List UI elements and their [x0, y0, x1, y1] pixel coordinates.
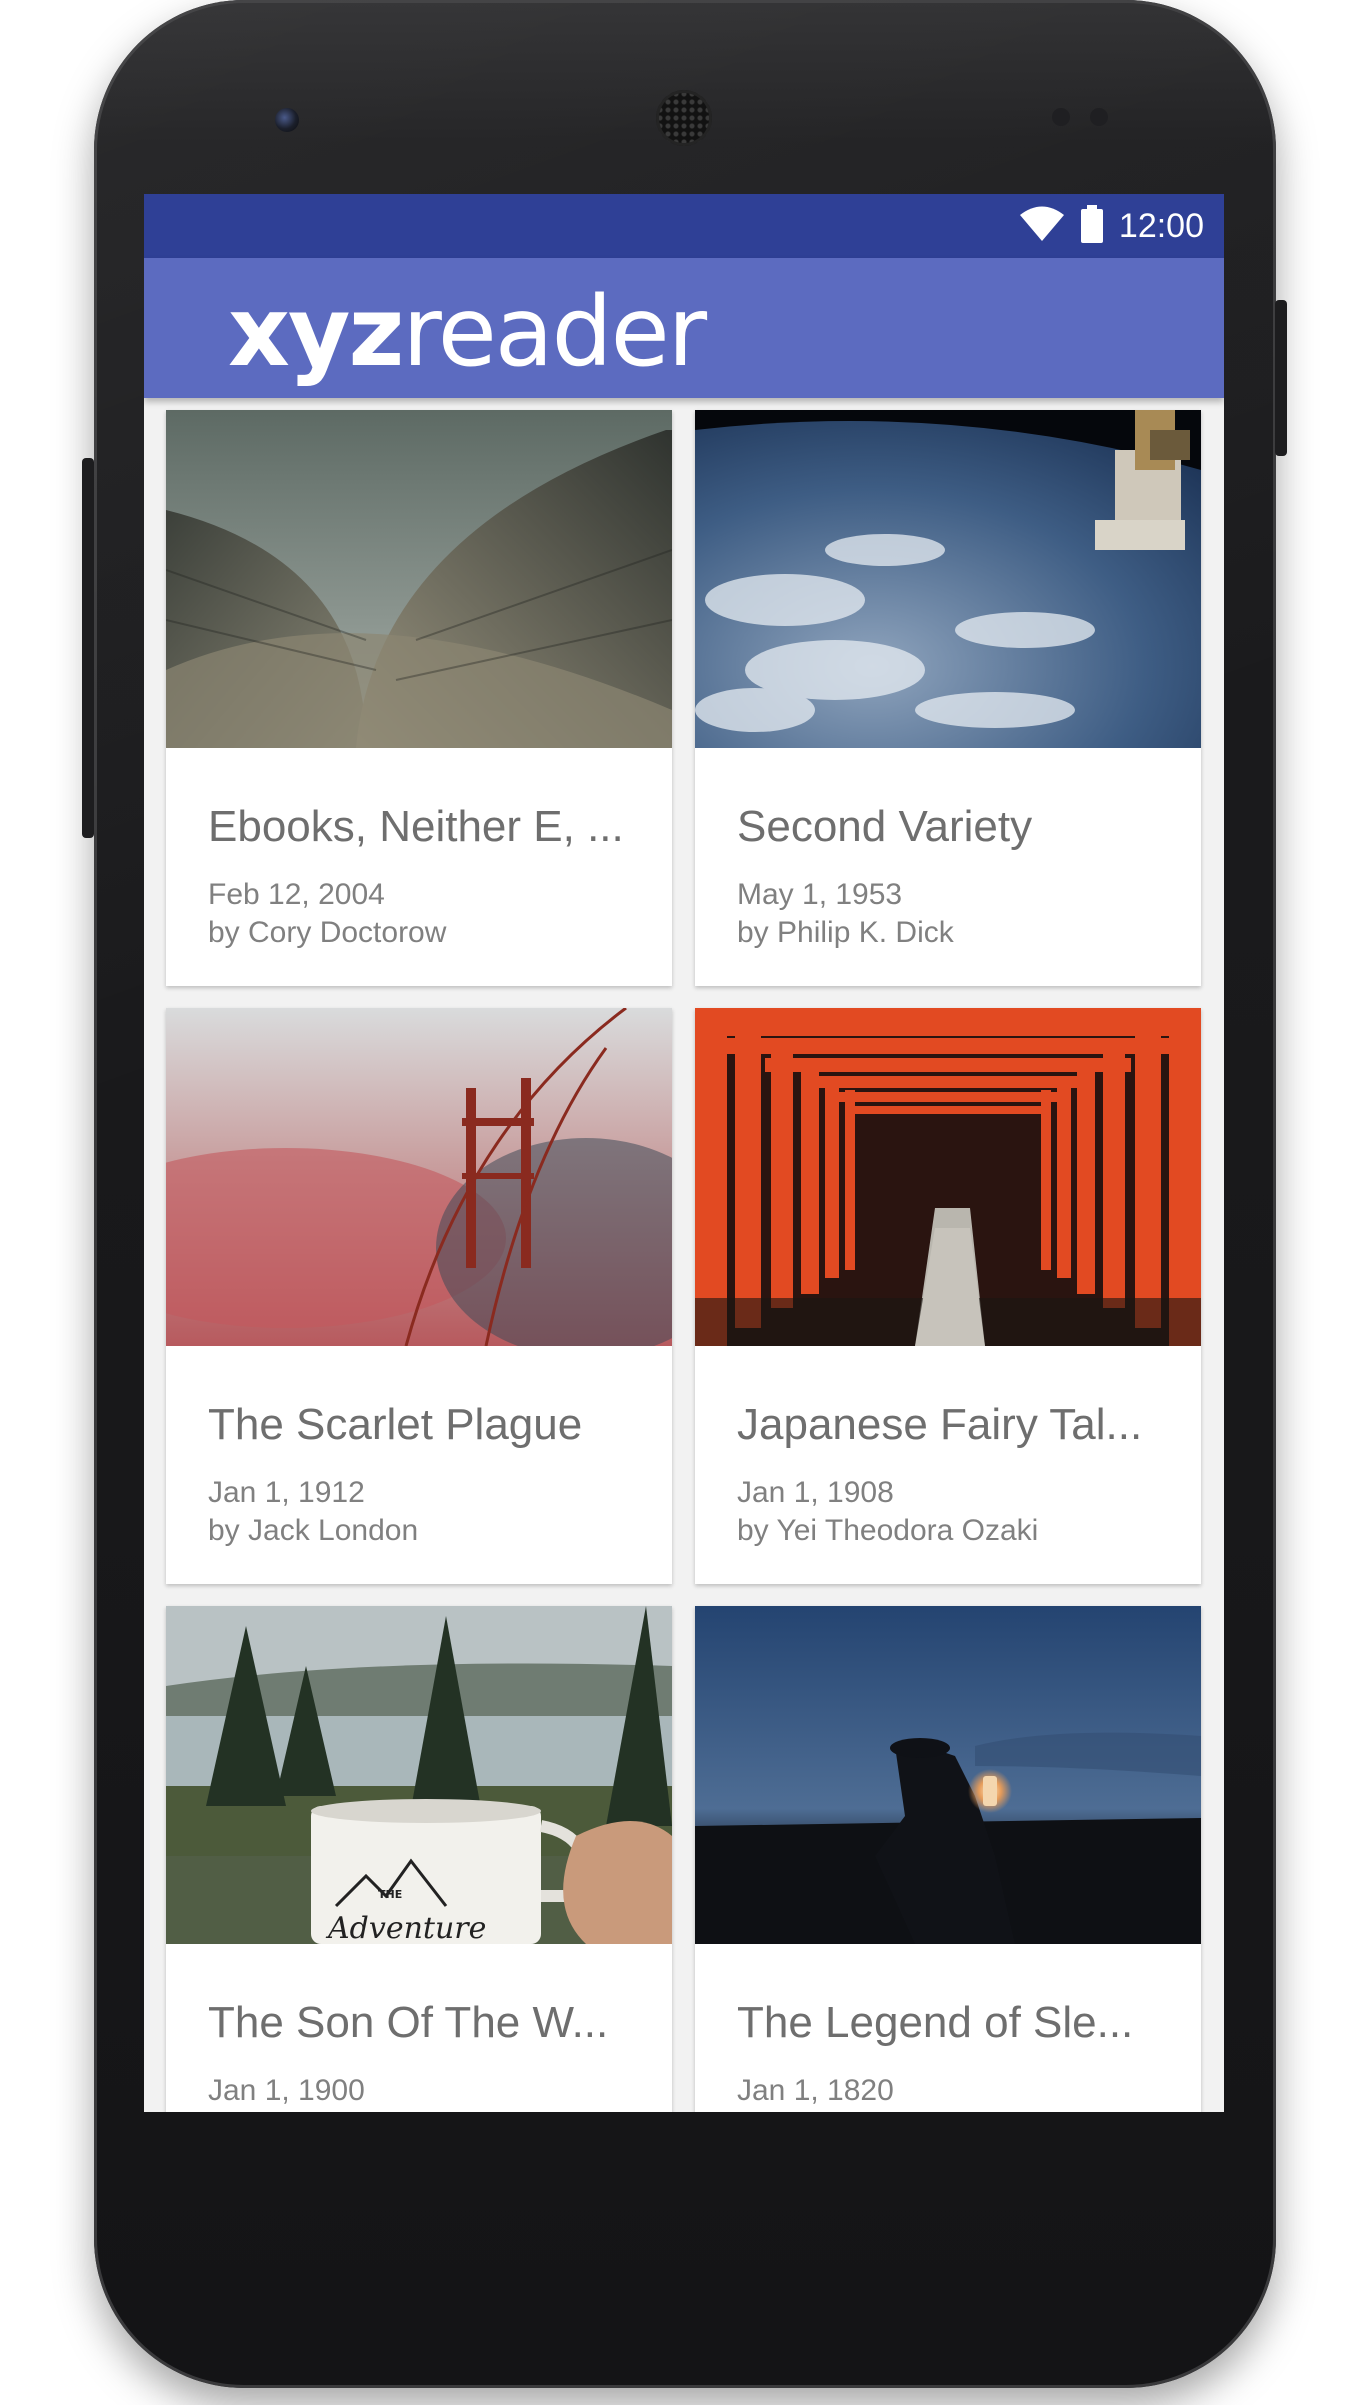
article-thumbnail [166, 410, 672, 748]
article-thumbnail [166, 1008, 672, 1346]
article-author: by Yei Theodora Ozaki [737, 1514, 1039, 1547]
article-date: May 1, 1953 [737, 878, 903, 911]
clock: 12:00 [1118, 206, 1204, 245]
article-date: Feb 12, 2004 [208, 878, 385, 911]
article-card[interactable]: The Scarlet Plague Jan 1, 1912 by Jack L… [166, 1008, 672, 1584]
light-sensor-icon [1090, 108, 1108, 126]
article-thumbnail [695, 410, 1201, 748]
mug-text-adventure: Adventure [325, 1911, 486, 1944]
article-date: Jan 1, 1912 [208, 1476, 365, 1509]
article-title: The Legend of Sle... [737, 1998, 1134, 2047]
article-title: Japanese Fairy Tal... [737, 1400, 1143, 1449]
article-card[interactable]: Ebooks, Neither E, ... Feb 12, 2004 by C… [166, 410, 672, 986]
article-card[interactable]: Japanese Fairy Tal... Jan 1, 1908 by Yei… [695, 1008, 1201, 1584]
article-author: by Philip K. Dick [737, 916, 954, 949]
article-author: by Jack London [208, 1514, 419, 1547]
logo-bold: xyz [228, 276, 404, 388]
article-thumbnail [695, 1606, 1201, 1944]
article-card[interactable]: The Legend of Sle... Jan 1, 1820 [695, 1606, 1201, 2112]
article-title: The Scarlet Plague [208, 1400, 583, 1449]
article-date: Jan 1, 1908 [737, 1476, 894, 1509]
article-date: Jan 1, 1820 [737, 2074, 894, 2107]
battery-icon [1080, 204, 1103, 248]
app-logo: xyzreader [228, 276, 707, 388]
article-title: Ebooks, Neither E, ... [208, 802, 624, 851]
status-bar: 12:00 [144, 194, 1224, 258]
volume-button [82, 458, 94, 838]
screen: 12:00 xyzreader Ebooks, Neither E, ... F… [144, 194, 1224, 2112]
proximity-sensor-icon [1052, 108, 1070, 126]
article-card[interactable]: THE Adventure The Son Of The W... Jan 1,… [166, 1606, 672, 2112]
power-button [1275, 300, 1287, 456]
article-title: Second Variety [737, 802, 1033, 851]
article-thumbnail [695, 1008, 1201, 1346]
article-title: The Son Of The W... [208, 1998, 609, 2047]
article-thumbnail: THE Adventure [166, 1606, 672, 1944]
article-card[interactable]: Second Variety May 1, 1953 by Philip K. … [695, 410, 1201, 986]
front-camera-icon [275, 108, 299, 132]
article-date: Jan 1, 1900 [208, 2074, 365, 2107]
logo-light: reader [402, 276, 707, 388]
app-bar: xyzreader [144, 258, 1224, 398]
wifi-icon [1019, 206, 1065, 247]
earpiece-speaker-icon [656, 90, 712, 146]
article-grid: Ebooks, Neither E, ... Feb 12, 2004 by C… [144, 398, 1224, 2112]
article-author: by Cory Doctorow [208, 916, 447, 949]
mug-text-the: THE [378, 1888, 402, 1901]
